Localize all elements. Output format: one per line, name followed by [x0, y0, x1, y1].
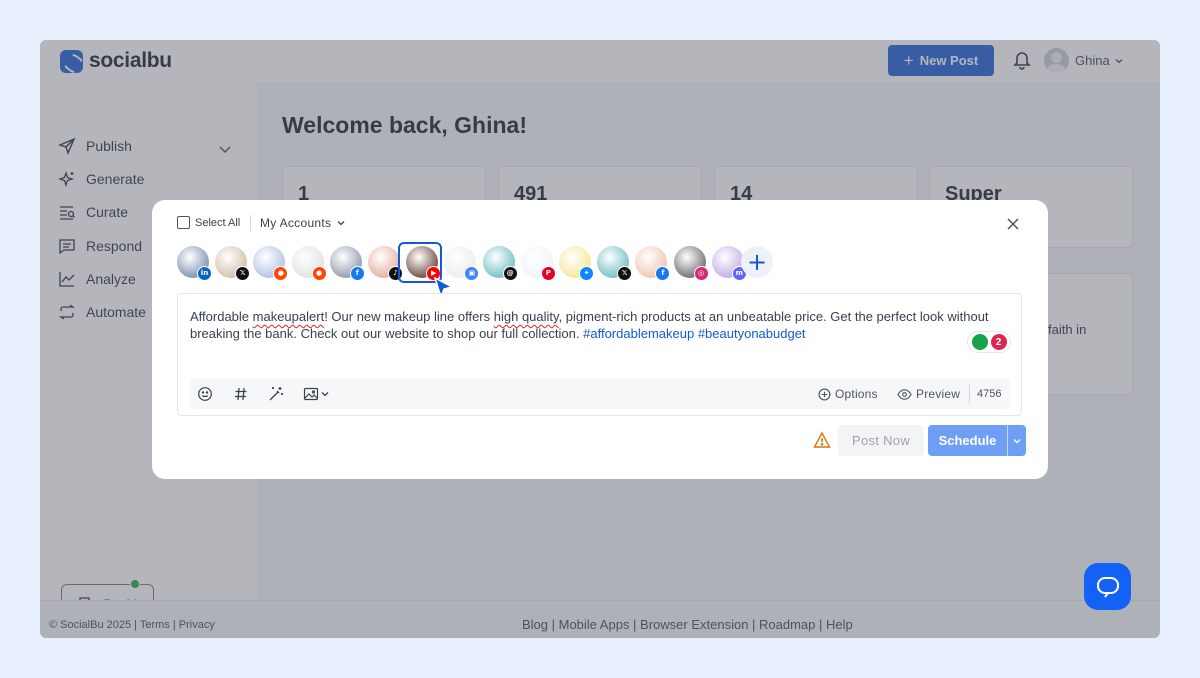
grammar-icon [971, 334, 988, 350]
x-icon: 𝕏 [235, 266, 251, 281]
preview-label: Preview [916, 387, 961, 401]
schedule-button[interactable]: Schedule [928, 425, 1026, 456]
misspelled-word[interactable]: makeupalert [253, 309, 325, 324]
account-avatar-tiktok[interactable]: ♪ [368, 246, 403, 281]
select-all-checkbox[interactable] [177, 216, 190, 229]
account-avatar-google-business[interactable]: ▣ [444, 246, 480, 281]
account-avatar-pinterest[interactable]: P [520, 246, 556, 281]
hashtag-icon[interactable] [233, 386, 249, 402]
account-avatar-threads[interactable]: @ [482, 246, 518, 281]
plus-circle-icon [818, 388, 831, 400]
hashtag: #affordablemakeup [583, 326, 695, 341]
hashtag: #beautyonabudget [697, 326, 806, 341]
chevron-down-icon [337, 221, 345, 226]
help-chat-button[interactable] [1084, 563, 1131, 610]
facebook-icon: f [349, 266, 365, 281]
divider [250, 215, 251, 231]
reddit-icon: ● [273, 266, 289, 281]
select-all[interactable]: Select All [177, 216, 240, 229]
chevron-down-icon[interactable] [320, 389, 330, 399]
instagram-icon: ◎ [693, 266, 709, 281]
preview-button[interactable]: Preview [897, 387, 960, 401]
options-button[interactable]: Options [818, 387, 878, 401]
account-avatar-x[interactable]: 𝕏 [597, 246, 633, 281]
account-avatar-instagram[interactable]: ◎ [673, 246, 709, 281]
pinterest-icon: P [540, 266, 556, 281]
eye-icon [897, 388, 912, 400]
schedule-dropdown-toggle[interactable] [1007, 425, 1026, 456]
accounts-dropdown-label: My Accounts [260, 216, 332, 230]
account-avatar-x[interactable]: 𝕏 [215, 246, 251, 281]
accounts-dropdown[interactable]: My Accounts [260, 216, 346, 230]
account-avatar-reddit[interactable]: ● [253, 246, 289, 281]
emoji-icon[interactable] [197, 386, 213, 402]
divider [969, 385, 970, 403]
image-icon[interactable] [303, 386, 319, 402]
threads-icon: @ [502, 266, 518, 281]
grammar-checker-badge[interactable]: 2 [967, 331, 1011, 353]
reddit-icon: ● [311, 266, 327, 281]
account-avatar-mastodon[interactable]: m [711, 246, 747, 281]
bluesky-icon: ✦ [579, 266, 594, 281]
character-count: 4756 [977, 388, 1002, 400]
account-avatar-facebook[interactable]: f [329, 246, 365, 281]
options-label: Options [835, 387, 878, 401]
linkedin-icon: in [197, 266, 212, 281]
account-avatar-bluesky[interactable]: ✦ [559, 246, 594, 281]
x-icon: 𝕏 [617, 266, 633, 281]
schedule-label: Schedule [938, 433, 997, 448]
editor-toolbar: Options Preview 4756 [190, 379, 1010, 409]
facebook-icon: f [655, 266, 671, 281]
chat-bubble-icon [1096, 576, 1119, 598]
warning-icon[interactable] [813, 431, 831, 449]
account-avatar-linkedin[interactable]: in [177, 246, 212, 281]
post-textarea[interactable]: Affordable makeupalert! Our new makeup l… [190, 308, 1010, 342]
misspelled-word[interactable]: high quality [494, 309, 559, 324]
select-all-label: Select All [195, 216, 241, 229]
account-avatar-reddit[interactable]: ● [291, 246, 327, 281]
post-now-button[interactable]: Post Now [838, 425, 924, 456]
compose-modal: Select All My Accounts in 𝕏 ● ● f ♪ ▶ ▣ @ P ✦ 𝕏f ◎ m … [152, 200, 1048, 479]
chevron-down-icon [1013, 438, 1021, 443]
grammar-issue-count: 2 [990, 334, 1007, 350]
add-account-button[interactable]: + [741, 246, 773, 278]
magic-wand-icon[interactable] [268, 386, 284, 402]
google-business-icon: ▣ [464, 266, 480, 281]
close-icon[interactable] [1005, 216, 1021, 232]
account-avatar-facebook[interactable]: f [635, 246, 671, 281]
post-editor[interactable]: Affordable makeupalert! Our new makeup l… [177, 293, 1022, 416]
